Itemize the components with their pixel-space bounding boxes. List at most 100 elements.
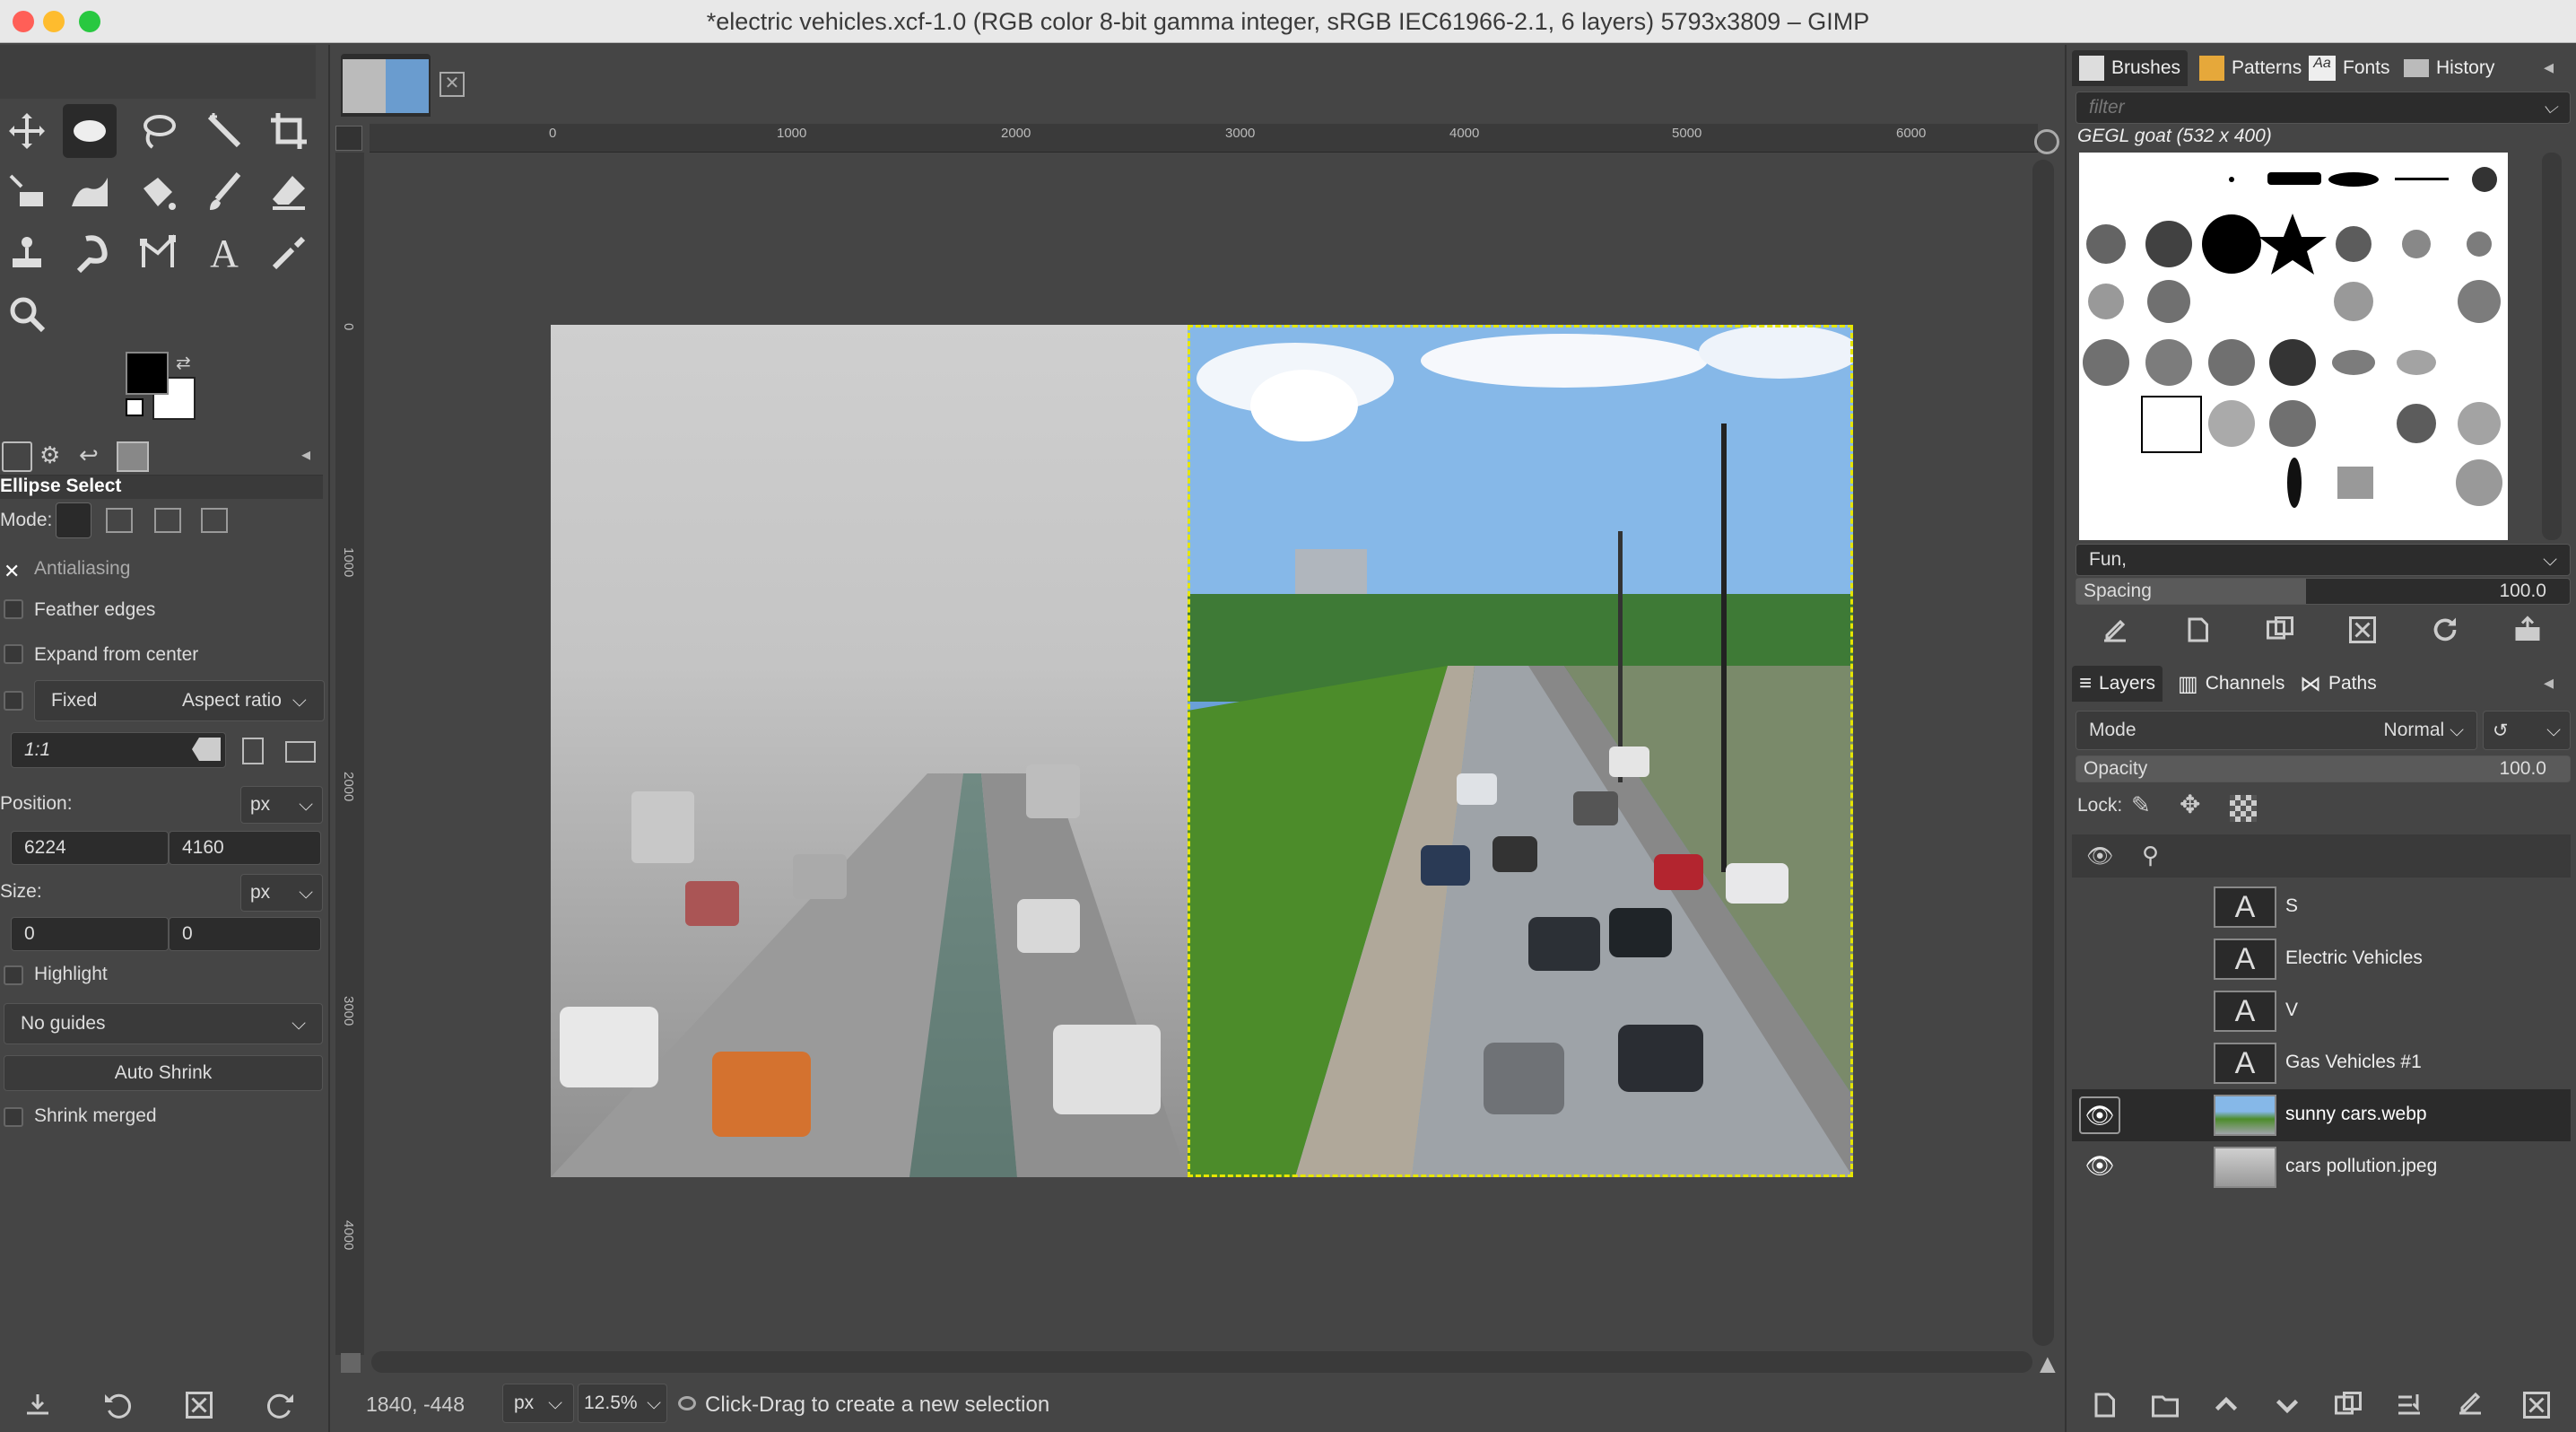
eye-icon[interactable]: 👁 (2079, 1148, 2120, 1186)
layer-name[interactable]: Electric Vehicles (2285, 947, 2423, 969)
lock-pixels-icon[interactable]: ✎ (2131, 791, 2151, 819)
expand-from-center-checkbox[interactable] (4, 644, 23, 664)
lock-alpha-icon[interactable] (2230, 795, 2257, 822)
duplicate-brush-icon[interactable] (2260, 610, 2300, 650)
restore-options-icon[interactable] (99, 1385, 138, 1425)
add-mask-icon[interactable] (2450, 1385, 2490, 1425)
layer-name[interactable]: cars pollution.jpeg (2285, 1156, 2437, 1177)
landscape-icon[interactable] (285, 741, 316, 763)
position-unit-select[interactable]: px ⌵ (240, 786, 323, 824)
clone-tool[interactable] (0, 226, 54, 280)
vertical-ruler[interactable] (335, 153, 364, 1355)
quick-mask-toggle[interactable] (341, 1353, 361, 1373)
open-brush-as-image-icon[interactable] (2508, 610, 2547, 650)
mode-subtract-button[interactable] (154, 508, 181, 533)
size-height-input[interactable]: 0 (169, 917, 321, 951)
tab-paths[interactable]: ⋈ Paths (2293, 666, 2384, 702)
portrait-icon[interactable] (242, 738, 264, 764)
zoom-follow-icon[interactable] (2034, 129, 2059, 154)
delete-options-icon[interactable] (179, 1385, 219, 1425)
text-tool[interactable]: A (197, 226, 251, 280)
composite-mode-select[interactable]: ↺ ⌵ (2483, 711, 2571, 750)
lower-layer-icon[interactable] (2267, 1385, 2307, 1425)
zoom-tool[interactable] (0, 287, 54, 341)
align-tool[interactable] (0, 165, 54, 219)
layer-mode-select[interactable]: Mode Normal ⌵ (2076, 711, 2477, 750)
paths-tool[interactable] (131, 226, 185, 280)
antialiasing-checkbox[interactable]: ✕ (4, 560, 20, 583)
brush-tag-input[interactable]: Fun, ⌵ (2076, 544, 2571, 576)
color-picker-tool[interactable] (262, 226, 316, 280)
bucket-fill-tool[interactable] (131, 165, 185, 219)
mode-replace-button[interactable] (56, 502, 91, 538)
layer-row[interactable] (2072, 881, 2571, 933)
edit-brush-icon[interactable] (2095, 610, 2135, 650)
undo-history-tab-icon[interactable]: ↩ (79, 441, 99, 469)
fixed-mode-select[interactable]: Fixed Aspect ratio ⌵ (34, 680, 325, 721)
position-x-input[interactable]: 6224 (11, 831, 169, 865)
foreground-color-swatch[interactable] (126, 352, 169, 395)
configure-tab-icon[interactable]: ◂ (2544, 56, 2554, 79)
size-width-input[interactable]: 0 (11, 917, 169, 951)
device-status-tab-icon[interactable]: ⚙ (39, 441, 60, 469)
configure-tab-icon[interactable]: ◂ (2544, 671, 2554, 694)
layer-name[interactable]: V (2285, 1000, 2298, 1021)
brush-grid-scrollbar[interactable] (2542, 153, 2562, 540)
warp-transform-tool[interactable] (63, 165, 117, 219)
new-brush-icon[interactable] (2178, 610, 2217, 650)
lock-position-icon[interactable]: ✥ (2180, 790, 2200, 819)
layer-name[interactable]: S (2285, 895, 2298, 917)
new-layer-group-icon[interactable] (2145, 1385, 2185, 1425)
move-tool[interactable] (0, 104, 54, 158)
ellipse-select-tool[interactable] (63, 104, 117, 158)
merge-layer-icon[interactable] (2389, 1385, 2429, 1425)
fixed-checkbox[interactable] (4, 691, 23, 711)
guides-select[interactable]: No guides ⌵ (4, 1003, 323, 1044)
unit-select[interactable]: px ⌵ (502, 1384, 574, 1423)
feather-edges-checkbox[interactable] (4, 599, 23, 619)
tab-history[interactable]: History (2397, 50, 2502, 86)
horizontal-ruler[interactable] (370, 124, 2038, 153)
vertical-scrollbar[interactable] (2032, 160, 2054, 1346)
smudge-tool[interactable] (63, 226, 117, 280)
spacing-slider[interactable]: Spacing 100.0 (2076, 578, 2571, 605)
position-y-input[interactable]: 4160 (169, 831, 321, 865)
delete-layer-icon[interactable] (2517, 1385, 2556, 1425)
tab-layers[interactable]: ≡ Layers (2072, 666, 2163, 702)
duplicate-layer-icon[interactable] (2328, 1385, 2368, 1425)
brush-grid[interactable] (2079, 153, 2508, 540)
eye-icon[interactable]: 👁 (2079, 1096, 2120, 1134)
default-colors-icon[interactable] (126, 398, 144, 416)
tab-brushes[interactable]: Brushes (2072, 50, 2189, 86)
wilber-drop-area[interactable] (0, 45, 316, 99)
mode-add-button[interactable] (106, 508, 133, 533)
size-unit-select[interactable]: px ⌵ (240, 874, 323, 912)
layer-row[interactable] (2072, 985, 2571, 1037)
fuzzy-select-tool[interactable] (197, 104, 251, 158)
opacity-slider[interactable]: Opacity 100.0 (2076, 755, 2571, 782)
refresh-brushes-icon[interactable] (2425, 610, 2465, 650)
paintbrush-tool[interactable] (197, 165, 251, 219)
brush-filter-input[interactable]: filter ⌵ (2076, 92, 2571, 124)
free-select-tool[interactable] (131, 104, 185, 158)
new-layer-icon[interactable] (2084, 1385, 2124, 1425)
shrink-merged-checkbox[interactable] (4, 1107, 23, 1127)
layer-name[interactable]: sunny cars.webp (2285, 1104, 2427, 1125)
image-tab[interactable] (341, 54, 431, 117)
quick-mask-menu-icon[interactable] (335, 126, 362, 151)
close-tab-icon[interactable]: ✕ (439, 72, 465, 97)
layer-name[interactable]: Gas Vehicles #1 (2285, 1052, 2422, 1073)
delete-brush-icon[interactable] (2343, 610, 2382, 650)
reset-options-icon[interactable] (260, 1385, 300, 1425)
auto-shrink-button[interactable]: Auto Shrink (4, 1055, 323, 1091)
zoom-select[interactable]: 12.5% ⌵ (578, 1384, 667, 1423)
mode-intersect-button[interactable] (201, 508, 228, 533)
eraser-tool[interactable] (262, 165, 316, 219)
swap-colors-icon[interactable]: ⇄ (176, 352, 191, 374)
horizontal-scrollbar[interactable] (371, 1351, 2032, 1373)
highlight-checkbox[interactable] (4, 965, 23, 985)
raise-layer-icon[interactable] (2206, 1385, 2246, 1425)
tool-options-tab-icon[interactable] (2, 441, 32, 472)
images-tab-icon[interactable] (117, 441, 149, 472)
tab-patterns[interactable]: Patterns (2192, 50, 2309, 86)
